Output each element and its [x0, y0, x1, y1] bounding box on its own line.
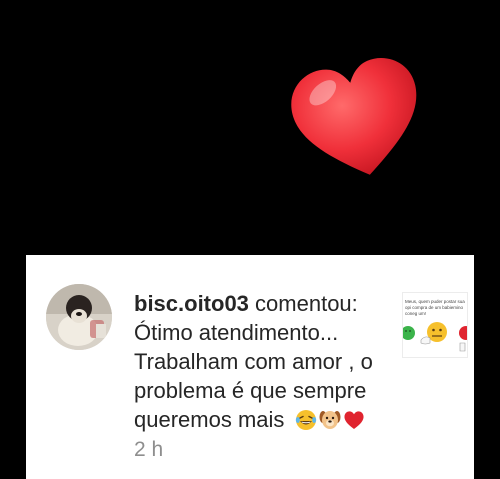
emoji-row — [295, 409, 365, 431]
avatar-dog-icon — [46, 284, 112, 350]
heart-icon — [283, 44, 433, 194]
timestamp: 2 h — [134, 438, 164, 461]
comment-line: Ótimo atendimento... — [134, 320, 339, 345]
screen: bisc.oito03 comentou: Ótimo atendimento.… — [0, 0, 500, 479]
notification-text: bisc.oito03 comentou: Ótimo atendimento.… — [134, 289, 392, 464]
dog-face-emoji-icon — [319, 411, 341, 429]
action-label: comentou: — [255, 291, 358, 316]
red-heart-emoji-icon — [343, 411, 364, 429]
post-thumbnail[interactable]: Meus, quem puder postar sua opi compra d… — [402, 292, 468, 358]
comment-notification-card[interactable]: bisc.oito03 comentou: Ótimo atendimento.… — [26, 255, 474, 479]
green-face-icon — [403, 326, 415, 340]
comment-line-last: queremos mais — [134, 405, 392, 434]
username-link[interactable]: bisc.oito03 — [134, 291, 249, 316]
comment-line: queremos mais — [134, 407, 285, 432]
red-face-icon — [459, 326, 467, 352]
yellow-face-icon — [420, 322, 447, 345]
laughing-tears-emoji-icon — [295, 410, 316, 430]
thumbnail-faces — [403, 322, 467, 352]
avatar[interactable] — [46, 284, 112, 350]
header-line: bisc.oito03 comentou: — [134, 289, 392, 318]
comment-line: Trabalham com amor , o — [134, 349, 373, 374]
comment-line: problema é que sempre — [134, 378, 367, 403]
